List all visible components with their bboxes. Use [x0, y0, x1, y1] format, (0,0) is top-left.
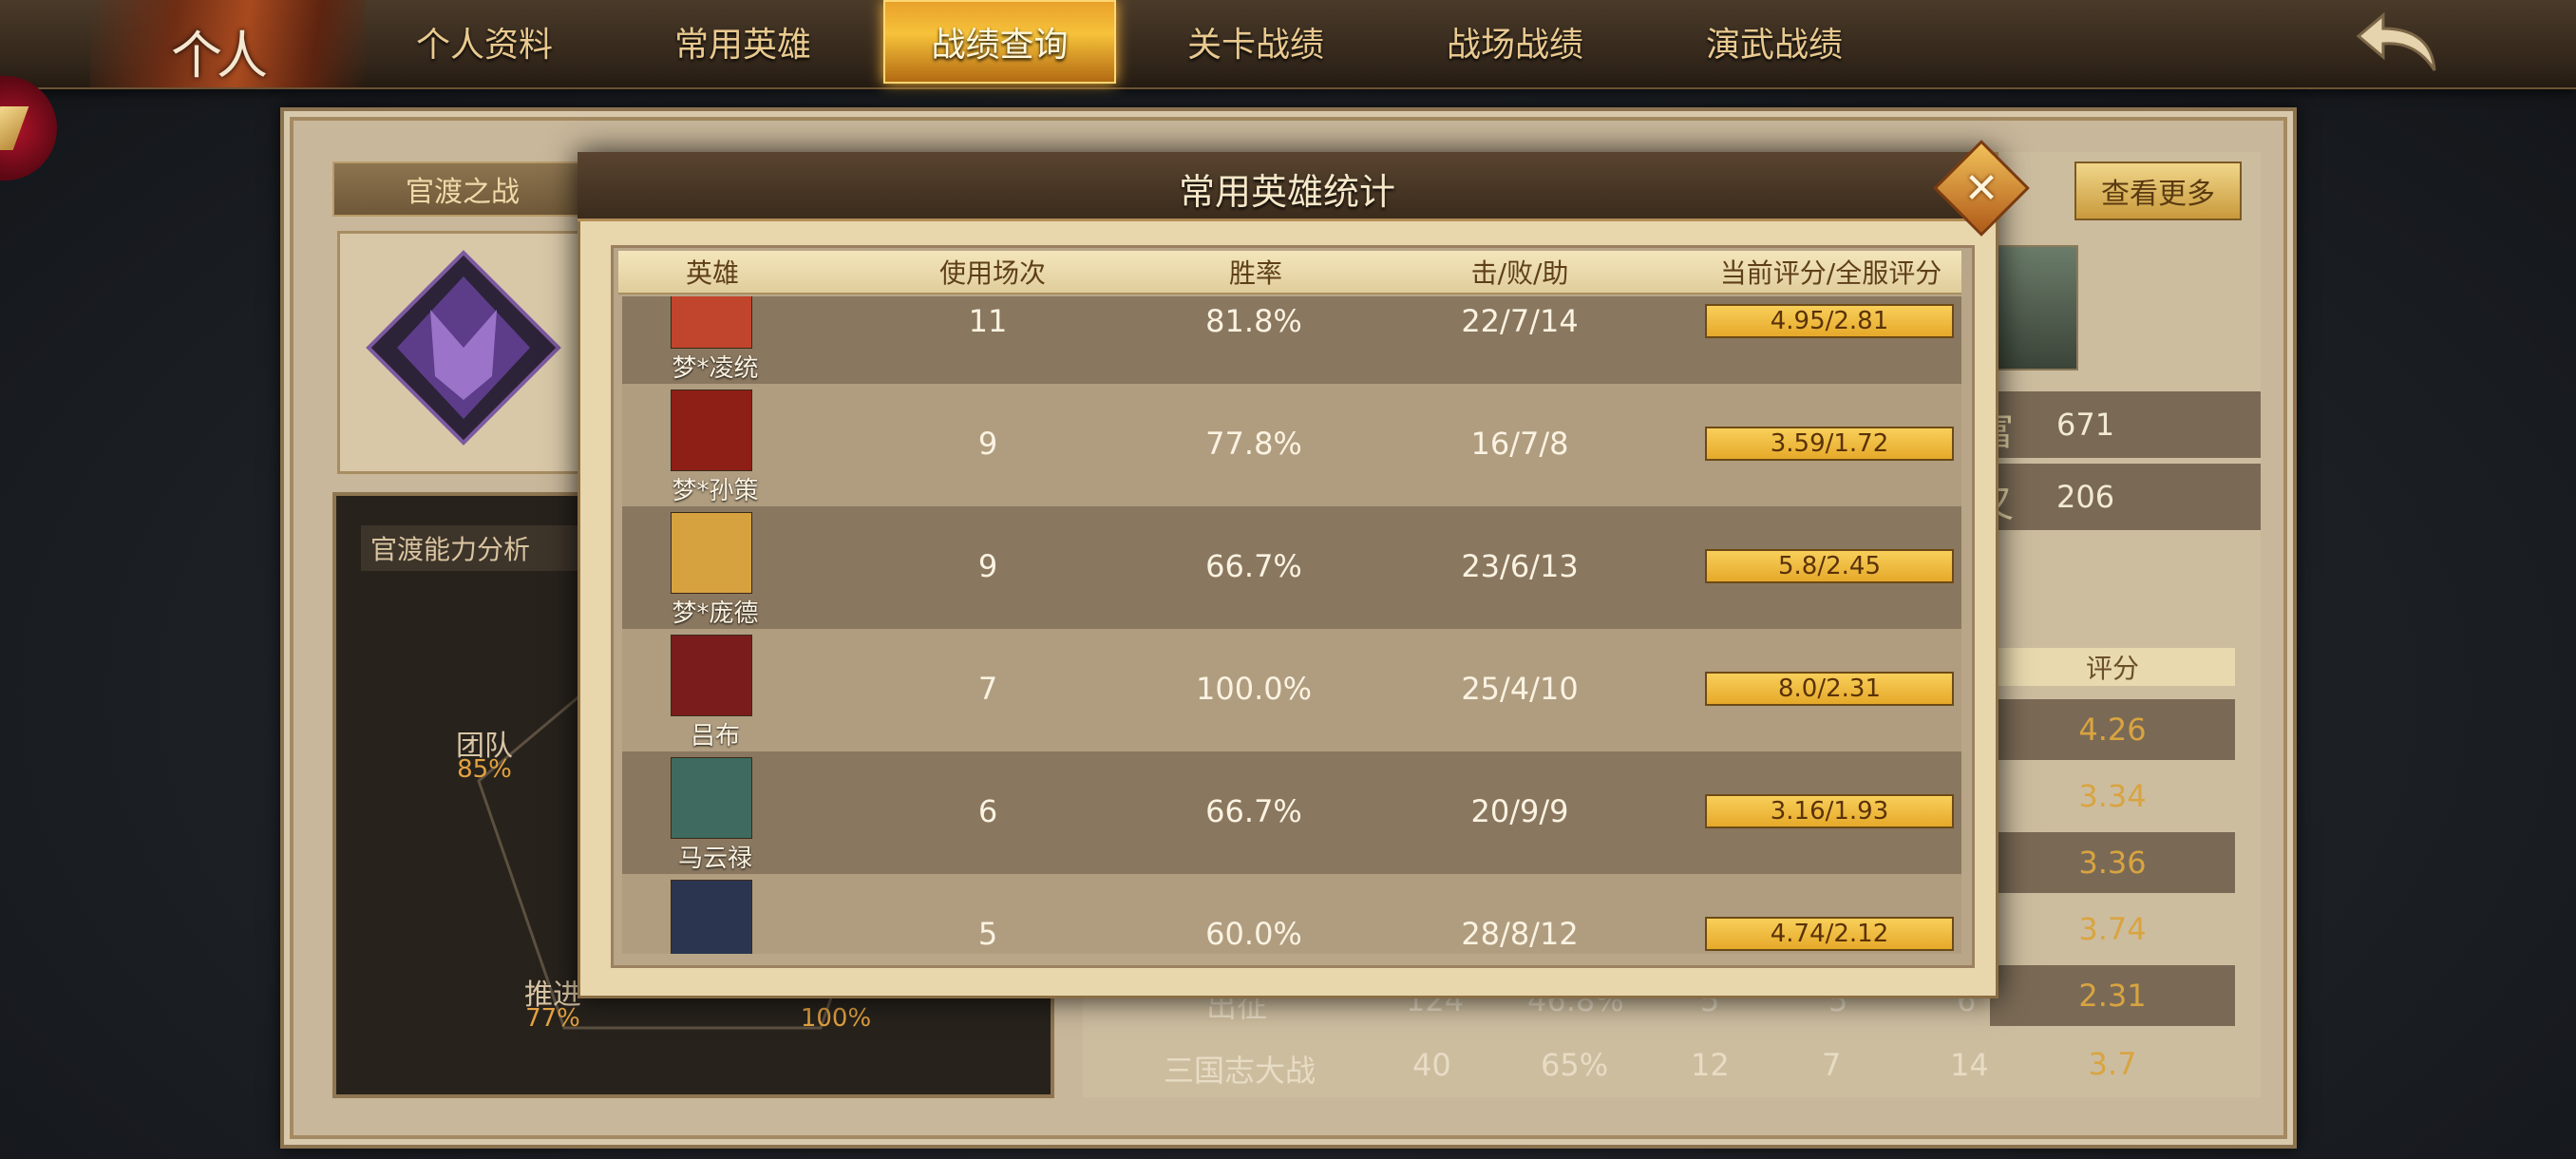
score-bar: 3.16/1.93	[1705, 794, 1954, 828]
hero-name: 马云禄	[677, 844, 752, 873]
score-bar: 8.0/2.31	[1705, 672, 1954, 706]
hero-portrait	[671, 880, 752, 954]
logo-text: 个人	[171, 26, 268, 86]
col-header-games: 使用场次	[938, 257, 1046, 289]
table-row[interactable]: 梦*庞德 9 66.7% 23/6/13 5.8/2.45	[622, 506, 1961, 629]
back-button[interactable]	[2351, 2, 2446, 82]
hero-portrait	[671, 757, 752, 839]
side-gem-badge[interactable]	[0, 76, 57, 180]
kda: 23/6/13	[1461, 548, 1579, 584]
resource-row-2: 叉 206	[1976, 464, 2261, 530]
games-count: 11	[968, 303, 1008, 339]
bg-score-4: 3.74	[2078, 911, 2147, 947]
score-bar: 3.59/1.72	[1705, 427, 1954, 461]
kda: 28/8/12	[1461, 916, 1579, 952]
score-bar: 4.95/2.81	[1705, 304, 1954, 338]
hero-portrait	[671, 512, 752, 594]
win-rate: 66.7%	[1205, 548, 1302, 584]
rank-emblem-box	[337, 231, 590, 474]
bg-score-3: 3.36	[1990, 832, 2235, 893]
kda: 22/7/14	[1461, 303, 1579, 339]
tab-battlefield-record[interactable]: 战场战绩	[1430, 0, 1601, 84]
col-header-winrate: 胜率	[1228, 257, 1282, 289]
tab-record-query[interactable]: 战绩查询	[883, 0, 1116, 84]
map-name-label: 官渡之战	[332, 162, 593, 217]
top-nav-bar: 个人 个人资料 常用英雄 战绩查询 关卡战绩 战场战绩 演武战绩	[0, 0, 2576, 89]
games-count: 9	[977, 426, 998, 462]
col-header-hero: 英雄	[685, 257, 739, 289]
hero-name: 梦*孙策	[672, 476, 759, 505]
win-rate: 100.0%	[1195, 671, 1312, 707]
resource-1-value: 671	[2056, 407, 2115, 443]
back-arrow-icon	[2356, 11, 2436, 71]
tab-common-heroes[interactable]: 常用英雄	[657, 0, 828, 84]
bg-row-2-c5: 14	[1950, 1047, 1989, 1083]
tab-stage-record[interactable]: 关卡战绩	[1170, 0, 1341, 84]
bg-score-1: 4.26	[1990, 699, 2235, 760]
fox-emblem-icon	[366, 250, 561, 446]
kda: 25/4/10	[1461, 671, 1579, 707]
gem-icon	[0, 106, 29, 150]
table-row[interactable]: 5 60.0% 28/8/12 4.74/2.12	[622, 874, 1961, 954]
close-icon[interactable]: ✕	[1947, 154, 2016, 222]
tab-profile[interactable]: 个人资料	[399, 0, 570, 84]
bg-row-2-c1: 40	[1412, 1047, 1451, 1083]
games-count: 5	[977, 916, 998, 952]
col-header-score: 当前评分/全服评分	[1719, 257, 1942, 289]
tab-drill-record[interactable]: 演武战绩	[1689, 0, 1860, 84]
table-row[interactable]: 梦*凌统 11 81.8% 22/7/14 4.95/2.81	[622, 296, 1961, 384]
bg-score-5: 2.31	[1990, 965, 2235, 1026]
table-row[interactable]: 马云禄 6 66.7% 20/9/9 3.16/1.93	[622, 751, 1961, 874]
hero-portrait	[671, 635, 752, 716]
resource-2-value: 206	[2056, 479, 2115, 515]
score-bar: 5.8/2.45	[1705, 549, 1954, 583]
score-column-header: 评分	[1990, 648, 2235, 686]
bg-row-2-name: 三国志大战	[1164, 1053, 1316, 1089]
games-count: 6	[977, 793, 998, 829]
resource-row-1: 富 671	[1976, 391, 2261, 458]
view-more-button[interactable]: 查看更多	[2074, 162, 2242, 220]
col-header-kda: 击/败/助	[1470, 257, 1569, 289]
hero-name: 梦*凌统	[672, 353, 759, 383]
hero-name: 吕布	[690, 721, 740, 750]
stat-third-value: 100%	[800, 1004, 872, 1033]
bg-row-2-c4: 7	[1822, 1047, 1842, 1083]
kda: 16/7/8	[1470, 426, 1569, 462]
win-rate: 81.8%	[1205, 303, 1302, 339]
games-count: 9	[977, 548, 998, 584]
games-count: 7	[977, 671, 998, 707]
stat-team-value: 85%	[457, 755, 512, 784]
bg-row-2-c2: 65%	[1541, 1047, 1609, 1083]
win-rate: 66.7%	[1205, 793, 1302, 829]
profile-logo: 个人	[90, 0, 366, 87]
bg-row-2-c3: 12	[1691, 1047, 1730, 1083]
hero-portrait	[671, 296, 752, 349]
kda: 20/9/9	[1470, 793, 1569, 829]
modal-title: 常用英雄统计	[1178, 170, 1395, 213]
stat-push-value: 77%	[525, 1004, 580, 1033]
table-row[interactable]: 梦*孙策 9 77.8% 16/7/8 3.59/1.72	[622, 384, 1961, 506]
hero-stats-table-body[interactable]: 梦*凌统 11 81.8% 22/7/14 4.95/2.81 梦*孙策 9 7…	[622, 296, 1961, 954]
score-bar: 4.74/2.12	[1705, 917, 1954, 951]
table-row[interactable]: 吕布 7 100.0% 25/4/10 8.0/2.31	[622, 629, 1961, 751]
player-avatar[interactable]	[1993, 245, 2078, 370]
win-rate: 60.0%	[1205, 916, 1302, 952]
hero-portrait	[671, 390, 752, 471]
hero-name: 梦*庞德	[672, 598, 759, 628]
bg-score-2: 3.34	[2078, 778, 2147, 814]
bg-score-6: 3.7	[2088, 1046, 2137, 1082]
win-rate: 77.8%	[1205, 426, 1302, 462]
